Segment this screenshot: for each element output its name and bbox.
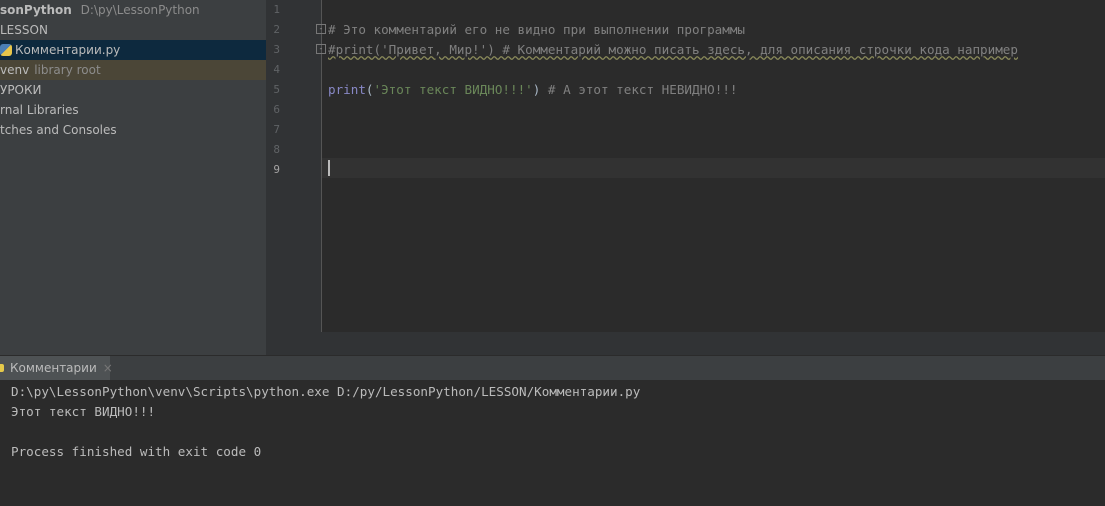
keyword-print: print [328,82,366,97]
line-number: 4 [273,63,280,76]
library-root-hint: library root [34,63,101,77]
line-number: 6 [273,103,280,116]
line-number: 1 [273,3,280,16]
tree-item-label: Комментарии.py [15,43,121,57]
fold-icon[interactable]: - [316,44,326,54]
current-line-highlight [322,158,1105,178]
code-line-3: #print('Привет, Мир!') # Комментарий мож… [328,42,1018,57]
tree-item-uroki[interactable]: УРОКИ [0,80,266,100]
run-console[interactable]: D:\py\LessonPython\venv\Scripts\python.e… [0,380,1105,506]
line-number: 9 [273,163,280,176]
text-caret [328,160,330,176]
tree-item-venv[interactable]: venv library root [0,60,266,80]
tree-item-label: LESSON [0,23,48,37]
close-icon[interactable]: × [103,361,113,375]
line-number: 7 [273,123,280,136]
python-run-icon [0,364,4,372]
tree-item-scratches[interactable]: tches and Consoles [0,120,266,140]
tree-item-external-libraries[interactable]: rnal Libraries [0,100,266,120]
editor-bottom-strip [0,332,1105,355]
fold-icon[interactable]: - [316,24,326,34]
tree-item-label: venv [0,63,30,77]
code-line-5: print('Этот текст ВИДНО!!!') # А этот те… [328,80,737,100]
root-path: D:\py\LessonPython [80,3,200,17]
line-number: 3 [273,43,280,56]
tree-root[interactable]: sonPython D:\py\LessonPython [0,0,266,20]
code-editor[interactable]: - - # Это комментарий его не видно при в… [316,0,1105,332]
line-gutter: 1 2 3 4 5 6 7 8 9 [266,0,322,332]
tree-item-label: rnal Libraries [0,103,79,117]
run-tab-label: Комментарии [10,361,97,375]
tree-item-label: УРОКИ [0,83,42,97]
inline-comment: # А этот текст НЕВИДНО!!! [540,82,738,97]
console-line: D:\py\LessonPython\venv\Scripts\python.e… [11,384,641,399]
console-line: Process finished with exit code 0 [11,444,262,459]
code-line-2: # Это комментарий его не видно при выпол… [328,22,746,37]
line-number: 5 [273,83,280,96]
line-number: 2 [273,23,280,36]
project-tree: sonPython D:\py\LessonPython LESSON Комм… [0,0,266,355]
tree-item-label: tches and Consoles [0,123,117,137]
paren: ( [365,82,374,97]
string-literal: 'Этот текст ВИДНО!!!' [373,82,533,97]
run-tab-bar: Комментарии × [0,355,1105,381]
python-file-icon [0,44,12,56]
tree-item-file[interactable]: Комментарии.py [0,40,266,60]
line-number: 8 [273,143,280,156]
run-tab[interactable]: Комментарии × [0,356,113,381]
tree-item-lesson[interactable]: LESSON [0,20,266,40]
root-name: sonPython [0,3,72,17]
console-line: Этот текст ВИДНО!!! [11,404,156,419]
